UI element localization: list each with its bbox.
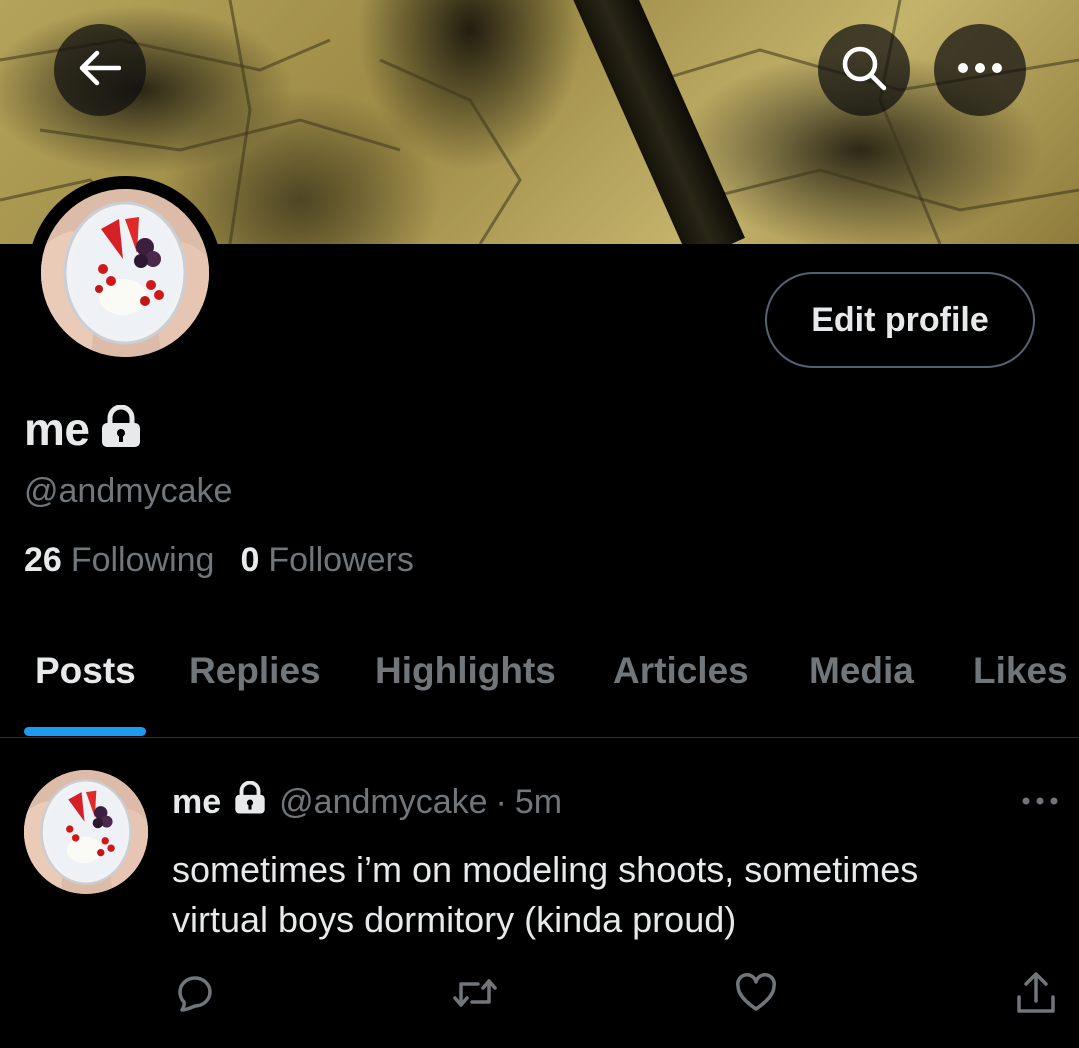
tab-highlights[interactable]: Highlights [375, 650, 556, 692]
search-icon [840, 44, 888, 97]
followers-count: 0 [240, 541, 260, 579]
tab-replies[interactable]: Replies [189, 650, 321, 692]
post-text-line: sometimes i’m on modeling shoots, someti… [172, 849, 919, 890]
profile-avatar[interactable] [28, 176, 222, 370]
followers-label: Followers [268, 541, 414, 579]
search-button[interactable] [818, 24, 910, 116]
followers-link[interactable]: 0 Followers [240, 541, 413, 580]
arrow-left-icon [79, 50, 122, 91]
more-horizontal-icon [1022, 792, 1058, 810]
profile-handle: @andmycake [24, 472, 233, 510]
reply-button[interactable] [172, 972, 218, 1018]
post-timestamp[interactable]: 5m [515, 783, 562, 822]
post-more-button[interactable] [1018, 786, 1062, 816]
post-author-handle[interactable]: @andmycake [279, 783, 487, 822]
post-header: me @andmycake · 5m [172, 780, 562, 824]
profile-display-name: me [24, 403, 90, 455]
tab-articles[interactable]: Articles [613, 650, 749, 692]
tab-media[interactable]: Media [809, 650, 914, 692]
post-separator: · [495, 783, 507, 821]
like-button[interactable] [733, 972, 779, 1018]
tab-posts[interactable]: Posts [35, 650, 136, 692]
post-text: sometimes i’m on modeling shoots, someti… [172, 845, 1052, 945]
reply-icon [174, 972, 216, 1019]
profile-name-row: me [24, 402, 143, 456]
back-button[interactable] [54, 24, 146, 116]
tab-likes[interactable]: Likes [973, 650, 1068, 692]
retweet-button[interactable] [452, 972, 498, 1018]
active-tab-indicator [24, 727, 146, 736]
post-author-name[interactable]: me [172, 783, 221, 822]
profile-tabs: Posts Replies Highlights Articles Media … [0, 626, 1079, 738]
share-button[interactable] [1013, 971, 1059, 1020]
lock-icon [233, 780, 267, 824]
following-label: Following [70, 541, 215, 579]
edit-profile-button[interactable]: Edit profile [765, 272, 1035, 368]
heart-icon [735, 972, 777, 1018]
avatar-image [41, 189, 209, 357]
follow-stats: 26 Following 0 Followers [24, 541, 414, 580]
post-author-avatar[interactable] [24, 770, 148, 894]
more-horizontal-icon [957, 61, 1003, 79]
more-options-button[interactable] [934, 24, 1026, 116]
following-count: 26 [24, 541, 62, 579]
following-link[interactable]: 26 Following [24, 541, 214, 580]
lock-icon [99, 404, 143, 454]
share-icon [1015, 971, 1057, 1020]
profile-screen: Edit profile me @andmycake 26 Following … [0, 0, 1079, 1048]
retweet-icon [452, 975, 498, 1016]
post-text-line: virtual boys dormitory (kinda proud) [172, 899, 737, 940]
